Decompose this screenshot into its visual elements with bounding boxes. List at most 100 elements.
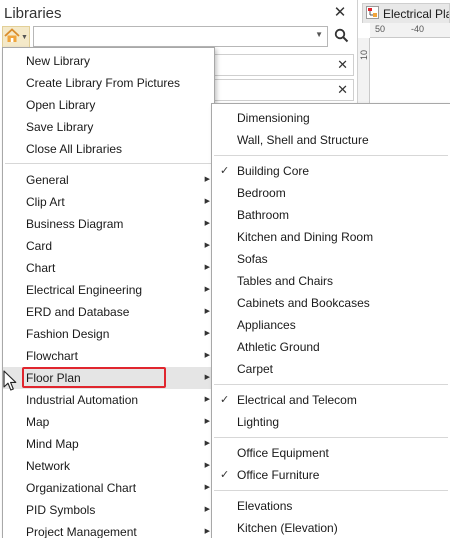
menu-item-industrial-automation[interactable]: Industrial Automation ▶ — [3, 389, 214, 411]
triangle-right-icon: ▶ — [204, 198, 210, 205]
menu-item-label: Project Management — [26, 525, 137, 538]
submenu-item-wall-shell-and-structure[interactable]: Wall, Shell and Structure — [212, 129, 450, 151]
menu-item-create-library-from-pictures[interactable]: Create Library From Pictures — [3, 72, 214, 94]
triangle-right-icon: ▶ — [204, 506, 210, 513]
floor-plan-submenu: Dimensioning Wall, Shell and Structure ✓ Bu… — [211, 103, 450, 538]
submenu-item-label: Carpet — [237, 362, 274, 376]
submenu-item-electrical-and-telecom[interactable]: ✓ Electrical and Telecom — [212, 389, 450, 411]
submenu-item-label: Sofas — [237, 252, 268, 266]
menu-item-label: Mind Map — [26, 437, 79, 451]
submenu-item-label: Electrical and Telecom — [237, 393, 357, 407]
triangle-right-icon: ▶ — [204, 220, 210, 227]
search-dropdown-icon[interactable]: ▼ — [315, 30, 323, 39]
menu-item-chart[interactable]: Chart ▶ — [3, 257, 214, 279]
submenu-item-building-core[interactable]: ✓ Building Core — [212, 160, 450, 182]
menu-item-label: General — [26, 173, 69, 187]
submenu-item-bedroom[interactable]: Bedroom — [212, 182, 450, 204]
submenu-item-label: Bedroom — [237, 186, 286, 200]
menu-item-label: Fashion Design — [26, 327, 110, 341]
menu-item-open-library[interactable]: Open Library — [3, 94, 214, 116]
submenu-item-carpet[interactable]: Carpet — [212, 358, 450, 380]
menu-item-label: Flowchart — [26, 349, 79, 363]
triangle-right-icon: ▶ — [204, 440, 210, 447]
menu-item-map[interactable]: Map ▶ — [3, 411, 214, 433]
submenu-item-label: Bathroom — [237, 208, 290, 222]
triangle-right-icon: ▶ — [204, 352, 210, 359]
triangle-right-icon: ▶ — [204, 528, 210, 535]
submenu-item-tables-and-chairs[interactable]: Tables and Chairs — [212, 270, 450, 292]
document-tab[interactable]: Electrical Plan — [362, 3, 450, 23]
check-icon: ✓ — [220, 469, 230, 481]
search-field[interactable]: ▼ — [33, 26, 328, 47]
menu-item-electrical-engineering[interactable]: Electrical Engineering ▶ — [3, 279, 214, 301]
menu-separator — [214, 155, 448, 156]
triangle-right-icon: ▶ — [204, 396, 210, 403]
ruler-label: 50 — [375, 24, 386, 34]
menu-item-organizational-chart[interactable]: Organizational Chart ▶ — [3, 477, 214, 499]
submenu-item-lighting[interactable]: Lighting — [212, 411, 450, 433]
menu-item-floor-plan[interactable]: Floor Plan ▶ — [3, 367, 214, 389]
menu-item-erd-and-database[interactable]: ERD and Database ▶ — [3, 301, 214, 323]
menu-item-label: Electrical Engineering — [26, 283, 143, 297]
search-icon — [334, 28, 349, 46]
submenu-item-sofas[interactable]: Sofas — [212, 248, 450, 270]
menu-item-save-library[interactable]: Save Library — [3, 116, 214, 138]
document-tab-title: Electrical Plan — [383, 6, 449, 21]
search-button[interactable] — [330, 26, 352, 48]
diagram-icon — [366, 5, 379, 22]
menu-item-label: Industrial Automation — [26, 393, 139, 407]
submenu-item-dimensioning[interactable]: Dimensioning — [212, 107, 450, 129]
submenu-item-label: Kitchen (Elevation) — [237, 521, 338, 535]
search-input[interactable] — [34, 27, 312, 46]
submenu-item-label: Wall, Shell and Structure — [237, 133, 369, 147]
menu-separator — [5, 163, 212, 164]
menu-item-label: Floor Plan — [26, 371, 81, 385]
submenu-item-cabinets-and-bookcases[interactable]: Cabinets and Bookcases — [212, 292, 450, 314]
library-menu: New Library Create Library From Pictures… — [2, 47, 215, 538]
triangle-right-icon: ▶ — [204, 330, 210, 337]
menu-item-mind-map[interactable]: Mind Map ▶ — [3, 433, 214, 455]
submenu-item-office-equipment[interactable]: Office Equipment — [212, 442, 450, 464]
menu-item-flowchart[interactable]: Flowchart ▶ — [3, 345, 214, 367]
library-menu-button[interactable]: ▼ — [2, 26, 30, 48]
library-row[interactable]: ✕ — [214, 54, 354, 76]
home-library-icon — [4, 28, 20, 46]
menu-item-fashion-design[interactable]: Fashion Design ▶ — [3, 323, 214, 345]
mouse-cursor-icon — [3, 370, 17, 392]
triangle-right-icon: ▶ — [204, 242, 210, 249]
submenu-item-appliances[interactable]: Appliances — [212, 314, 450, 336]
submenu-item-label: Office Equipment — [237, 446, 329, 460]
submenu-item-kitchen-and-dining-room[interactable]: Kitchen and Dining Room — [212, 226, 450, 248]
menu-item-pid-symbols[interactable]: PID Symbols ▶ — [3, 499, 214, 521]
menu-item-label: Business Diagram — [26, 217, 124, 231]
submenu-item-office-furniture[interactable]: ✓ Office Furniture — [212, 464, 450, 486]
submenu-item-elevations[interactable]: Elevations — [212, 495, 450, 517]
submenu-item-label: Dimensioning — [237, 111, 310, 125]
menu-item-clip-art[interactable]: Clip Art ▶ — [3, 191, 214, 213]
submenu-item-kitchen-elevation-[interactable]: Kitchen (Elevation) — [212, 517, 450, 538]
chevron-down-icon: ▼ — [21, 33, 28, 41]
menu-item-label: Network — [26, 459, 71, 473]
menu-item-general[interactable]: General ▶ — [3, 169, 214, 191]
menu-item-card[interactable]: Card ▶ — [3, 235, 214, 257]
horizontal-ruler: 50 -40 — [370, 23, 450, 38]
panel-close-button[interactable]: ✕ — [331, 4, 349, 22]
submenu-item-label: Kitchen and Dining Room — [237, 230, 374, 244]
submenu-item-label: Cabinets and Bookcases — [237, 296, 370, 310]
menu-item-label: Clip Art — [26, 195, 65, 209]
menu-item-close-all-libraries[interactable]: Close All Libraries — [3, 138, 214, 160]
menu-item-new-library[interactable]: New Library — [3, 50, 214, 72]
panel-title: Libraries — [4, 5, 62, 22]
ruler-label: -40 — [411, 24, 425, 34]
submenu-item-bathroom[interactable]: Bathroom — [212, 204, 450, 226]
submenu-item-athletic-ground[interactable]: Athletic Ground — [212, 336, 450, 358]
menu-item-project-management[interactable]: Project Management ▶ — [3, 521, 214, 538]
triangle-right-icon: ▶ — [204, 264, 210, 271]
close-icon[interactable]: ✕ — [337, 82, 348, 98]
menu-separator — [214, 384, 448, 385]
close-icon[interactable]: ✕ — [337, 57, 348, 73]
menu-item-network[interactable]: Network ▶ — [3, 455, 214, 477]
menu-item-business-diagram[interactable]: Business Diagram ▶ — [3, 213, 214, 235]
menu-item-label: Chart — [26, 261, 56, 275]
library-row[interactable]: ✕ — [214, 79, 354, 101]
